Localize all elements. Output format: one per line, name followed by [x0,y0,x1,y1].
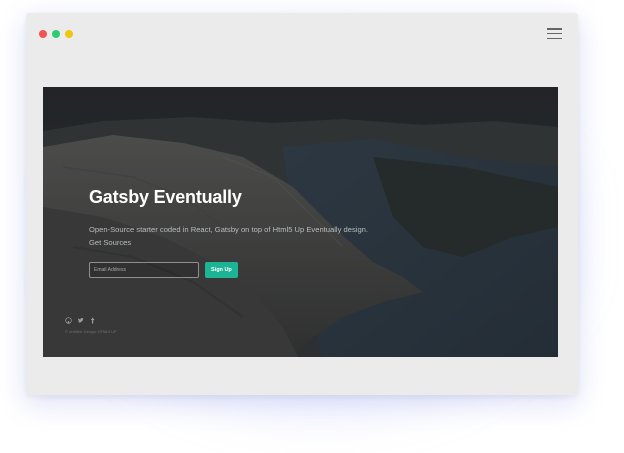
browser-window: Gatsby Eventually Open-Source starter co… [26,13,578,395]
hero-title: Gatsby Eventually [89,187,242,207]
signup-form: Sign Up [89,262,368,278]
facebook-icon[interactable] [89,317,96,324]
hero-description: Open-Source starter coded in React, Gats… [89,223,368,249]
sign-up-button[interactable]: Sign Up [205,262,238,278]
window-controls [39,30,73,38]
email-input[interactable] [89,262,199,278]
hamburger-menu-icon[interactable] [547,28,562,39]
website-preview: Gatsby Eventually Open-Source starter co… [43,87,558,357]
footer-copyright: © Untitled. Design: HTML5 UP [65,330,117,334]
maximize-window-button[interactable] [65,30,73,38]
hero-description-text: Open-Source starter coded in React, Gats… [89,225,369,234]
social-links [65,317,96,324]
hero-content: Gatsby Eventually Open-Source starter co… [89,187,368,278]
twitter-icon[interactable] [77,317,84,324]
github-icon[interactable] [65,317,72,324]
close-window-button[interactable] [39,30,47,38]
get-sources-link[interactable]: Get Sources [89,238,131,247]
minimize-window-button[interactable] [52,30,60,38]
